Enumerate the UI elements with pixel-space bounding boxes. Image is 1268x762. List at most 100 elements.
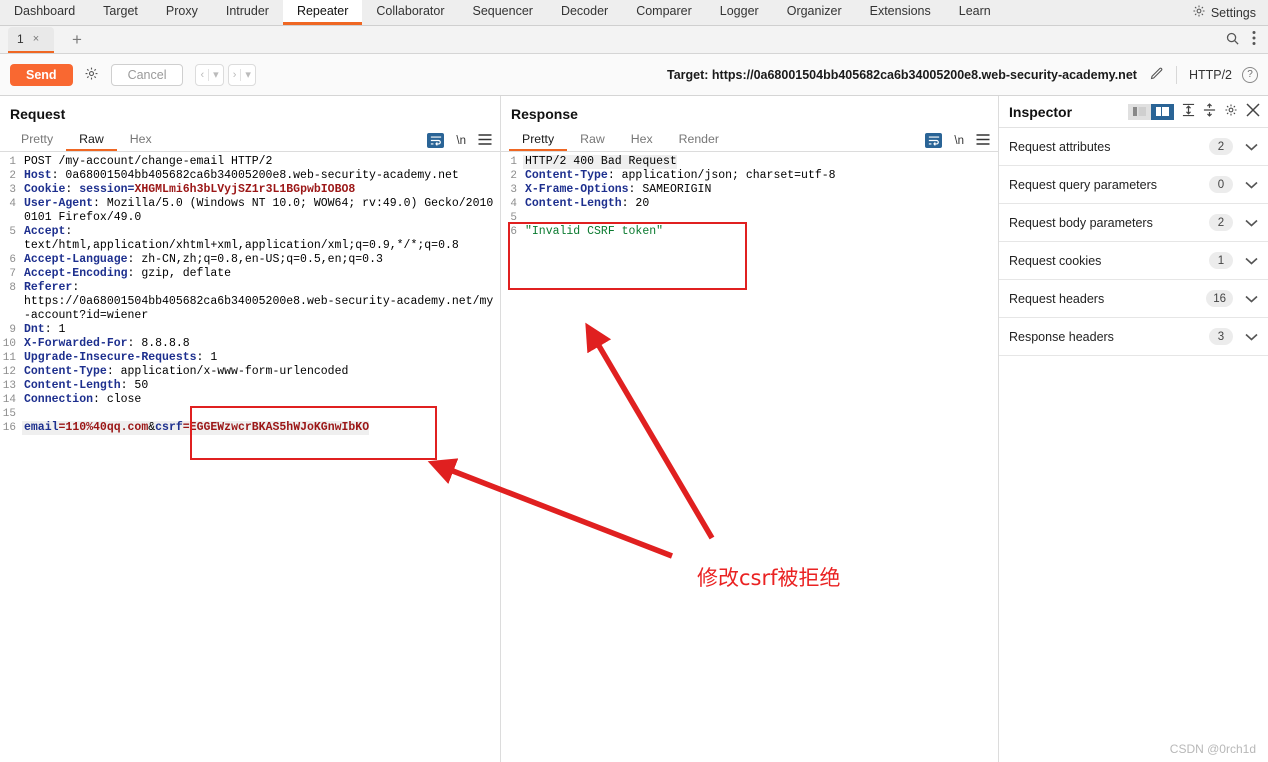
collapse-all-icon[interactable] <box>1203 103 1216 120</box>
request-body-highlight-box <box>190 406 437 460</box>
close-icon[interactable]: × <box>33 33 39 45</box>
line-text: Content-Type: application/json; charset=… <box>523 169 836 183</box>
line-number: 2 <box>9 170 16 182</box>
inspector-title: Inspector <box>1009 103 1073 120</box>
newline-toggle[interactable]: \n <box>456 135 466 147</box>
main-menubar: Dashboard Target Proxy Intruder Repeater… <box>0 0 1268 26</box>
line-number: 4 <box>9 198 16 210</box>
menu-item-intruder[interactable]: Intruder <box>212 0 283 25</box>
divider <box>240 68 242 81</box>
inspector-section-count: 2 <box>1209 138 1233 155</box>
menu-label: Decoder <box>560 4 609 18</box>
kebab-menu-icon[interactable] <box>1252 30 1256 49</box>
chevron-down-icon[interactable] <box>1245 254 1258 268</box>
inspector-section-request-attributes[interactable]: Request attributes 2 <box>999 128 1268 166</box>
hamburger-menu-icon[interactable] <box>478 133 492 148</box>
gear-icon[interactable] <box>1224 103 1238 120</box>
line-text: Content-Type: application/x-www-form-url… <box>22 365 348 379</box>
inspector-section-label: Request headers <box>1009 291 1105 306</box>
history-nav-group: ‹ ▾ › ▾ <box>191 63 256 86</box>
inspector-section-request-body-parameters[interactable]: Request body parameters 2 <box>999 204 1268 242</box>
inspector-section-response-headers[interactable]: Response headers 3 <box>999 318 1268 356</box>
chevron-down-icon[interactable] <box>1245 330 1258 344</box>
menu-label: Intruder <box>225 4 269 18</box>
menu-item-logger[interactable]: Logger <box>706 0 773 25</box>
panel-right-icon[interactable] <box>1151 103 1174 120</box>
panel-left-icon[interactable] <box>1128 103 1151 120</box>
request-settings-button[interactable] <box>81 64 103 86</box>
line-number: 2 <box>510 170 517 182</box>
menu-label: Sequencer <box>472 4 533 18</box>
line-text: User-Agent: Mozilla/5.0 (Windows NT 10.0… <box>22 197 500 225</box>
request-tab-hex[interactable]: Hex <box>117 128 165 151</box>
inspector-section-request-headers[interactable]: Request headers 16 <box>999 280 1268 318</box>
word-wrap-icon[interactable] <box>427 133 445 148</box>
chevron-down-icon[interactable] <box>1245 216 1258 230</box>
pencil-icon[interactable] <box>1149 66 1164 84</box>
menu-item-proxy[interactable]: Proxy <box>152 0 212 25</box>
inspector-section-label: Request attributes <box>1009 139 1111 154</box>
menu-item-organizer[interactable]: Organizer <box>773 0 856 25</box>
menu-item-extensions[interactable]: Extensions <box>856 0 945 25</box>
add-tab-icon[interactable]: + <box>68 31 86 48</box>
next-request-button[interactable]: › ▾ <box>227 63 256 86</box>
menu-item-learn[interactable]: Learn <box>945 0 1005 25</box>
menu-item-comparer[interactable]: Comparer <box>622 0 706 25</box>
request-line: 9 Dnt: 1 <box>0 323 500 337</box>
menu-label: Extensions <box>869 4 931 18</box>
chevron-down-icon[interactable] <box>1245 292 1258 306</box>
request-code-editor[interactable]: 1 POST /my-account/change-email HTTP/2 2 Ho… <box>0 152 500 435</box>
cancel-button[interactable]: Cancel <box>110 63 184 86</box>
response-tab-raw[interactable]: Raw <box>567 128 618 151</box>
watermark-label: CSDN @0rch1d <box>1169 742 1256 756</box>
inspector-section-request-query-parameters[interactable]: Request query parameters 0 <box>999 166 1268 204</box>
inspector-section-request-cookies[interactable]: Request cookies 1 <box>999 242 1268 280</box>
request-line: 4 User-Agent: Mozilla/5.0 (Windows NT 10.… <box>0 197 500 225</box>
send-button[interactable]: Send <box>10 63 73 86</box>
menu-item-repeater[interactable]: Repeater <box>282 0 363 25</box>
help-icon[interactable]: ? <box>1242 66 1258 83</box>
word-wrap-icon[interactable] <box>925 133 943 148</box>
chevron-down-icon[interactable] <box>1245 178 1258 192</box>
inspector-section-label: Request body parameters <box>1009 215 1153 230</box>
gear-icon <box>1192 4 1206 21</box>
chevron-down-icon[interactable]: ▾ <box>245 68 251 81</box>
menu-item-sequencer[interactable]: Sequencer <box>458 0 546 25</box>
menu-label: Learn <box>958 4 991 18</box>
token-hdr: email <box>24 421 59 434</box>
menu-item-decoder[interactable]: Decoder <box>547 0 622 25</box>
prev-request-button[interactable]: ‹ ▾ <box>195 63 224 86</box>
response-tab-hex[interactable]: Hex <box>618 128 666 151</box>
chevron-down-icon[interactable]: ▾ <box>213 68 219 81</box>
token-hdr: session= <box>79 183 135 196</box>
request-tab-raw[interactable]: Raw <box>66 128 117 151</box>
menu-item-target[interactable]: Target <box>89 0 152 25</box>
line-number: 4 <box>510 198 517 210</box>
close-icon[interactable] <box>1246 103 1260 120</box>
token-val: POST /my-account/change-email HTTP/2 <box>24 155 273 168</box>
token-hdr: Content-Length <box>24 379 121 392</box>
line-text: Content-Length: 50 <box>22 379 148 393</box>
response-panel: Response Pretty Raw Hex Render \n 1 HTTP/… <box>500 96 998 762</box>
expand-all-icon[interactable] <box>1182 103 1195 120</box>
burp-suite-window: Dashboard Target Proxy Intruder Repeater… <box>0 0 1268 762</box>
repeater-tab-1[interactable]: 1 × <box>8 26 54 53</box>
settings-button[interactable]: Settings <box>1186 0 1268 25</box>
token-val: : Mozilla/5.0 (Windows NT 10.0; WOW64; r… <box>24 197 494 224</box>
line-number: 1 <box>510 156 517 168</box>
token-val: : gzip, deflate <box>127 267 232 280</box>
response-tab-pretty[interactable]: Pretty <box>509 128 568 151</box>
token-hdr: User-Agent <box>24 197 94 210</box>
response-tab-render[interactable]: Render <box>666 128 732 151</box>
newline-toggle[interactable]: \n <box>954 135 964 147</box>
chevron-down-icon[interactable] <box>1245 140 1258 154</box>
response-line: 4 Content-Length: 20 <box>501 197 998 211</box>
inspector-section-count: 1 <box>1209 252 1233 269</box>
search-icon[interactable] <box>1225 31 1240 49</box>
menu-item-collaborator[interactable]: Collaborator <box>362 0 458 25</box>
request-title: Request <box>10 106 66 122</box>
hamburger-menu-icon[interactable] <box>976 133 990 148</box>
menu-item-dashboard[interactable]: Dashboard <box>0 0 89 25</box>
menu-label: Proxy <box>165 4 198 18</box>
request-tab-pretty[interactable]: Pretty <box>8 128 66 151</box>
